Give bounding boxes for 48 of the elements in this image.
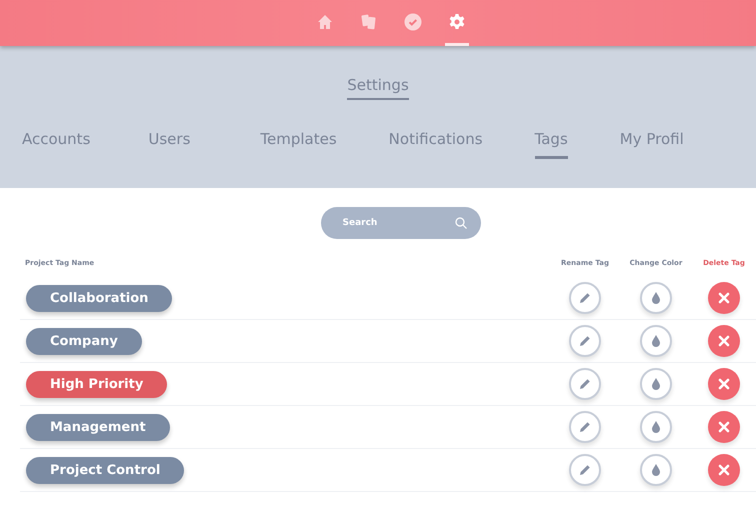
rename-button[interactable] [569, 325, 601, 357]
delete-button[interactable] [708, 411, 740, 443]
change-color-button[interactable] [640, 454, 672, 486]
delete-button[interactable] [708, 454, 740, 486]
drop-icon [651, 420, 661, 434]
close-icon [718, 292, 730, 304]
page-title: Settings [347, 76, 409, 100]
rename-button[interactable] [569, 282, 601, 314]
change-color-button[interactable] [640, 325, 672, 357]
rename-button[interactable] [569, 454, 601, 486]
pencil-icon [578, 334, 592, 348]
pencil-icon [578, 377, 592, 391]
close-icon [718, 378, 730, 390]
drop-icon [651, 463, 661, 477]
change-color-button[interactable] [640, 411, 672, 443]
delete-button[interactable] [708, 282, 740, 314]
settings-tab[interactable]: Templates [260, 130, 337, 159]
change-color-button[interactable] [640, 368, 672, 400]
cards-icon[interactable] [360, 14, 376, 30]
pencil-icon [578, 463, 592, 477]
tag-pill[interactable]: Company [26, 328, 142, 354]
search-field[interactable]: Search [320, 207, 480, 239]
pencil-icon [578, 420, 592, 434]
drop-icon [651, 291, 661, 305]
home-icon[interactable] [316, 14, 332, 30]
settings-tab[interactable]: Notifications [388, 130, 483, 159]
settings-tab[interactable]: Accounts [22, 130, 90, 159]
search-icon [454, 217, 466, 229]
change-color-button[interactable] [640, 282, 672, 314]
settings-tab[interactable]: My Profil [620, 130, 684, 159]
delete-button[interactable] [708, 325, 740, 357]
settings-tab[interactable]: Users [148, 130, 190, 159]
pencil-icon [578, 291, 592, 305]
drop-icon [651, 377, 661, 391]
tag-pill[interactable]: Collaboration [26, 284, 172, 312]
settings-tab[interactable]: Tags [534, 130, 568, 159]
settings-icon[interactable] [448, 12, 466, 30]
drop-icon [651, 334, 661, 348]
close-icon [718, 335, 730, 347]
tag-pill[interactable]: Management [26, 414, 170, 440]
rename-button[interactable] [569, 411, 601, 443]
delete-button[interactable] [708, 368, 740, 400]
close-icon [718, 464, 730, 476]
tag-pill[interactable]: High Priority [26, 370, 168, 398]
check-circle-icon[interactable] [404, 12, 422, 30]
rename-button[interactable] [569, 368, 601, 400]
tag-pill[interactable]: Project Control [26, 456, 184, 484]
close-icon [718, 421, 730, 433]
